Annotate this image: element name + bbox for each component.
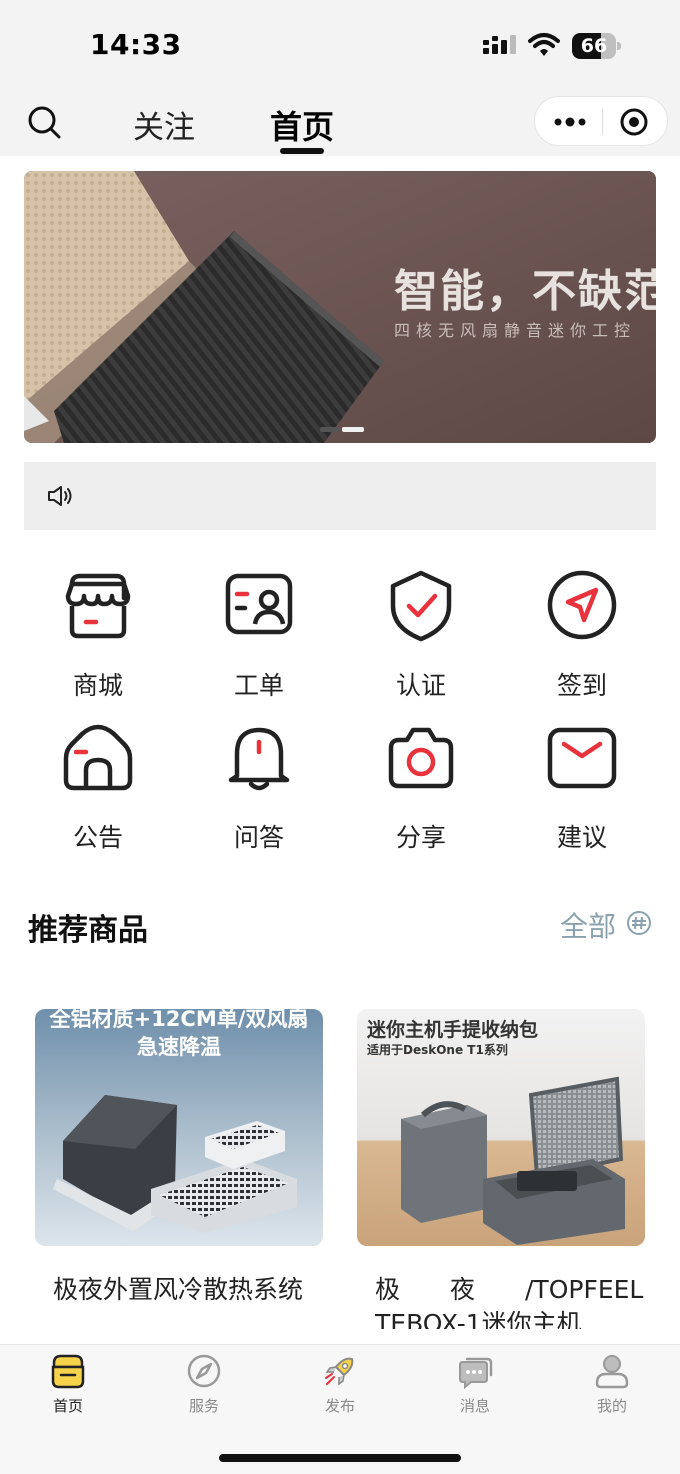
mini-program-capsule (534, 96, 668, 146)
search-icon[interactable] (26, 104, 62, 140)
top-nav: 关注 首页 (0, 90, 680, 156)
banner-subtitle: 四核无风扇静音迷你工控 (394, 321, 637, 340)
promo-banner[interactable]: 智能，不缺范 四核无风扇静音迷你工控 (24, 171, 656, 443)
product-image-title: 迷你主机手提收纳包 (367, 1019, 539, 1041)
section-title: 推荐商品 (28, 913, 148, 948)
tabbar-item-messages[interactable]: 消息 (425, 1353, 525, 1423)
banner-headline: 智能，不缺范 (394, 266, 656, 317)
product-image-title: 全铝材质+12CM单/双风扇 (49, 1009, 309, 1031)
grid-label-checkin: 签到 (556, 671, 607, 700)
camera-icon (388, 727, 454, 789)
grid-label-announcement: 公告 (72, 823, 123, 852)
grid-item-checkin[interactable]: 签到 (507, 570, 657, 710)
battery-text: 66 (580, 35, 608, 57)
grid-label-ticket: 工单 (233, 671, 284, 700)
tab-follow[interactable]: 关注 (133, 102, 195, 147)
product-image-subtitle: 急速降温 (137, 1035, 221, 1059)
user-icon (595, 1355, 629, 1389)
banner-dot (320, 427, 340, 432)
view-all-link[interactable]: 全部 (560, 905, 616, 945)
banner-pagination (320, 427, 366, 433)
tabbar-label-service: 服务 (188, 1397, 219, 1415)
grid-label-store: 商城 (72, 671, 123, 700)
speaker-icon (48, 486, 72, 506)
grid-label-certify: 认证 (395, 671, 446, 700)
home-bag-icon (51, 1354, 85, 1389)
cellular-signal-icon (483, 35, 516, 54)
grid-label-share: 分享 (395, 823, 446, 852)
mail-icon (547, 727, 617, 789)
bell-icon (228, 727, 290, 791)
grid-item-announcement[interactable]: 公告 (23, 722, 173, 862)
store-icon (65, 573, 131, 639)
wifi-icon (528, 33, 560, 56)
tabbar-item-home[interactable]: 首页 (18, 1353, 118, 1423)
grid-item-share[interactable]: 分享 (346, 722, 496, 862)
product-image: 全铝材质+12CM单/双风扇 急速降温 (35, 1009, 323, 1246)
grid-item-qa[interactable]: 问答 (184, 722, 334, 862)
target-close-icon[interactable] (619, 107, 649, 137)
tab-home[interactable]: 首页 (270, 102, 334, 148)
status-time: 14:33 (90, 28, 182, 61)
grid-item-store[interactable]: 商城 (23, 570, 173, 710)
app-page: 14:33 66 关注 首页 智能，不缺范 四核无风扇静音迷你工控 商城 工单 … (0, 0, 680, 1474)
product-image-subtitle: 适用于DeskOne T1系列 (367, 1043, 508, 1057)
notice-bar[interactable] (24, 462, 656, 530)
id-card-icon (225, 573, 293, 635)
product-card[interactable]: 全铝材质+12CM单/双风扇 急速降温 极夜外置风冷散热系统 (35, 1009, 323, 1329)
house-icon (63, 724, 133, 791)
shield-check-icon (390, 570, 452, 642)
grid-label-qa: 问答 (233, 823, 284, 852)
grid-label-suggestion: 建议 (556, 823, 607, 852)
more-dots-icon[interactable] (553, 109, 587, 135)
hash-circle-icon[interactable] (626, 910, 652, 936)
compass-icon (187, 1354, 221, 1388)
tabbar-item-publish[interactable]: 发布 (290, 1353, 390, 1423)
product-name: 极夜外置风冷散热系统 (53, 1275, 304, 1304)
home-indicator (219, 1454, 461, 1462)
tabbar-label-publish: 发布 (324, 1397, 355, 1415)
grid-item-certify[interactable]: 认证 (346, 570, 496, 710)
tabbar-label-home: 首页 (52, 1397, 83, 1415)
navigation-arrow-icon (547, 570, 617, 640)
tabbar-label-messages: 消息 (459, 1397, 490, 1415)
banner-dot-active (342, 427, 364, 432)
product-card[interactable]: 迷你主机手提收纳包 适用于DeskOne T1系列 极 夜 /TOPFEEL T… (357, 1009, 645, 1329)
tabbar-item-me[interactable]: 我的 (562, 1353, 662, 1423)
status-bar: 14:33 66 (0, 0, 680, 90)
tabbar-item-service[interactable]: 服务 (154, 1353, 254, 1423)
chat-bubble-icon (459, 1357, 493, 1389)
product-name: 极 夜 /TOPFEEL TEBOX-1迷你主机 (375, 1275, 644, 1329)
battery-indicator: 66 (572, 33, 622, 59)
active-tab-indicator (280, 148, 324, 154)
product-image: 迷你主机手提收纳包 适用于DeskOne T1系列 (357, 1009, 645, 1246)
grid-item-ticket[interactable]: 工单 (184, 570, 334, 710)
tabbar-label-me: 我的 (596, 1397, 627, 1415)
grid-item-suggestion[interactable]: 建议 (507, 722, 657, 862)
rocket-icon (325, 1357, 354, 1386)
